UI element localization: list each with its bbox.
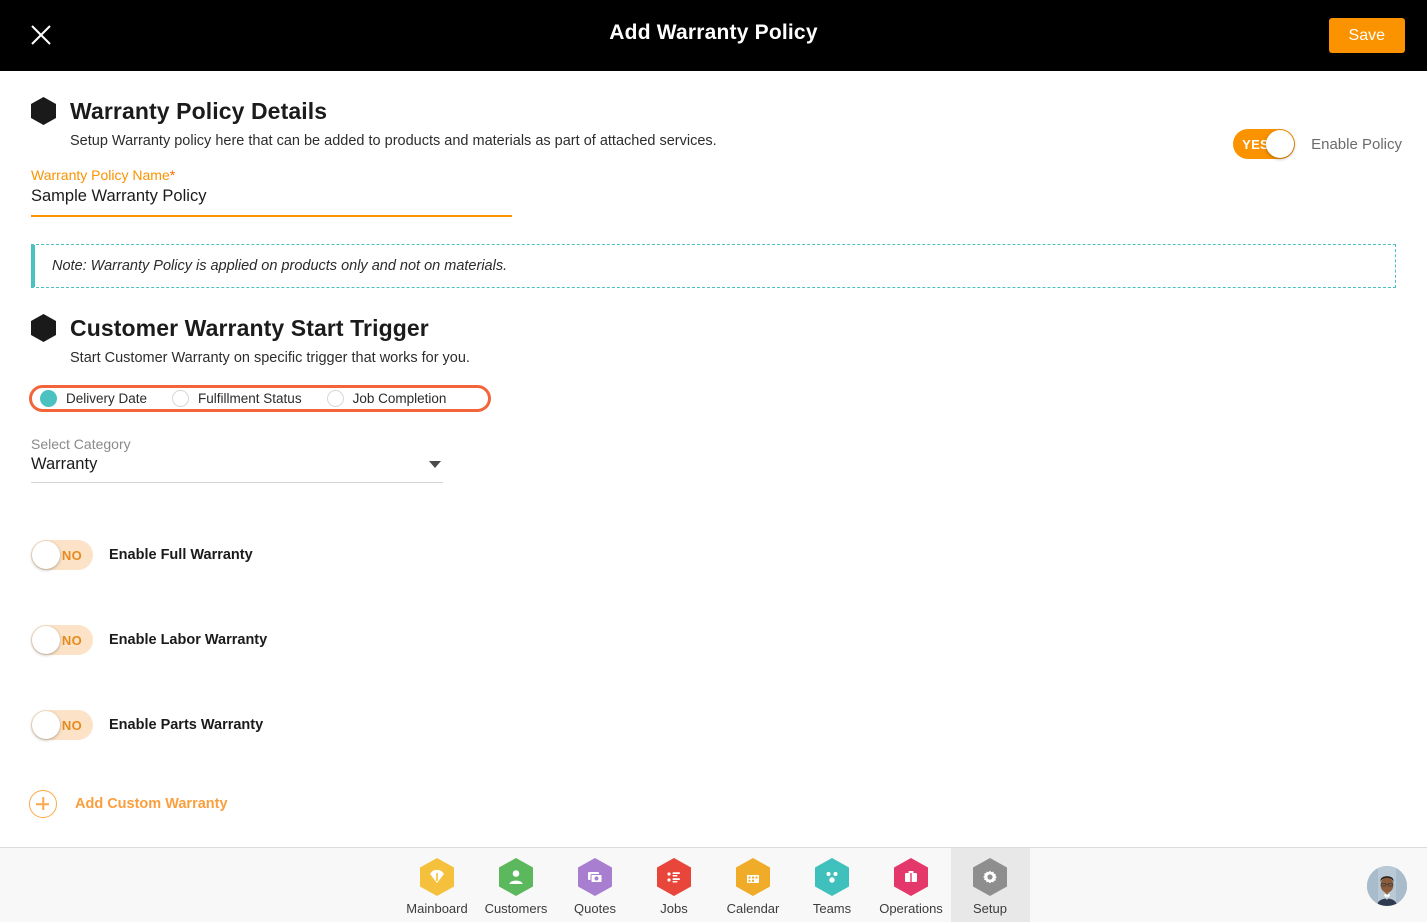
section-title: Customer Warranty Start Trigger <box>70 314 429 341</box>
enable-full-warranty-toggle[interactable]: NO <box>31 540 93 570</box>
select-category-control[interactable]: Warranty <box>31 455 443 483</box>
enable-labor-warranty-toggle[interactable]: NO <box>31 625 93 655</box>
enable-labor-warranty-label: Enable Labor Warranty <box>109 632 268 648</box>
radio-option-label: Delivery Date <box>66 391 148 406</box>
nav-item-calendar[interactable]: Calendar <box>714 848 793 922</box>
nav-item-mainboard[interactable]: Mainboard <box>398 848 477 922</box>
warranty-policy-details-section: Warranty Policy Details Setup Warranty p… <box>0 71 1427 217</box>
toggle-state-label: YES <box>1242 136 1270 152</box>
toggle-state-label: NO <box>61 632 82 648</box>
nav-label: Quotes <box>574 901 616 916</box>
section-title: Warranty Policy Details <box>70 97 328 124</box>
enable-parts-warranty-label: Enable Parts Warranty <box>109 717 264 733</box>
toggle-knob <box>32 541 60 569</box>
radio-option-delivery-date[interactable]: Delivery Date <box>32 390 147 407</box>
warranty-start-trigger-section: Customer Warranty Start Trigger Start Cu… <box>0 314 1427 818</box>
section-subtitle: Start Customer Warranty on specific trig… <box>70 350 470 366</box>
user-avatar[interactable] <box>1367 866 1407 906</box>
hexagon-bullet-icon <box>31 314 56 342</box>
trigger-heading-row: Customer Warranty Start Trigger <box>0 314 1427 342</box>
policy-name-label: Warranty Policy Name* <box>31 167 1427 183</box>
note-text: Note: Warranty Policy is applied on prod… <box>52 258 508 274</box>
save-button[interactable]: Save <box>1328 18 1405 54</box>
customers-icon <box>499 858 533 896</box>
policy-name-input[interactable] <box>31 187 512 217</box>
add-custom-warranty-label: Add Custom Warranty <box>75 796 228 812</box>
nav-label: Calendar <box>726 901 780 916</box>
toggle-state-label: NO <box>61 547 82 563</box>
nav-item-quotes[interactable]: Quotes <box>556 848 635 922</box>
calendar-icon <box>736 858 770 896</box>
policy-details-heading-row: Warranty Policy Details <box>0 97 1427 125</box>
select-category-label: Select Category <box>31 436 131 452</box>
radio-indicator-icon <box>326 390 344 407</box>
enable-full-warranty-label: Enable Full Warranty <box>109 547 253 563</box>
gear-icon <box>973 858 1007 896</box>
radio-option-job-completion[interactable]: Job Completion <box>302 390 447 407</box>
section-subtitle: Setup Warranty policy here that can be a… <box>70 133 717 149</box>
toggle-knob <box>32 711 60 739</box>
policy-name-field-wrapper: Warranty Policy Name* <box>0 167 1427 217</box>
enable-policy-label: Enable Policy <box>1311 135 1402 153</box>
select-category-value: Warranty <box>31 455 98 473</box>
radio-option-label: Job Completion <box>352 391 447 406</box>
page-title: Add Warranty Policy <box>609 21 818 44</box>
note-banner: Note: Warranty Policy is applied on prod… <box>31 244 1396 288</box>
bottom-navigation-bar: Mainboard Customers Quotes Jobs Calendar… <box>0 847 1427 922</box>
trigger-radio-group: Delivery Date Fulfillment Status Job Com… <box>29 385 491 412</box>
nav-item-operations[interactable]: Operations <box>872 848 951 922</box>
top-bar: Add Warranty Policy Save <box>0 0 1427 71</box>
nav-label: Customers <box>484 901 548 916</box>
toggle-knob <box>1266 130 1295 158</box>
teams-icon <box>815 858 849 896</box>
nav-label: Setup <box>973 901 1007 916</box>
operations-icon <box>894 858 928 896</box>
enable-full-warranty-row: NO Enable Full Warranty <box>31 540 1427 570</box>
plus-circle-icon <box>29 790 57 818</box>
main-content: Warranty Policy Details Setup Warranty p… <box>0 71 1427 847</box>
toggle-state-label: NO <box>61 717 82 733</box>
mainboard-icon <box>420 858 454 896</box>
nav-item-jobs[interactable]: Jobs <box>635 848 714 922</box>
chevron-down-icon <box>429 461 441 468</box>
nav-label: Operations <box>879 901 943 916</box>
jobs-icon <box>657 858 691 896</box>
enable-policy-toggle[interactable]: YES <box>1233 129 1296 159</box>
radio-indicator-icon <box>172 390 190 407</box>
radio-indicator-icon <box>40 390 57 407</box>
nav-items: Mainboard Customers Quotes Jobs Calendar… <box>0 848 1427 922</box>
nav-label: Teams <box>812 901 852 916</box>
enable-policy-row: YES Enable Policy <box>1233 129 1402 159</box>
select-category-field: Select Category Warranty <box>31 436 443 483</box>
add-custom-warranty-button[interactable]: Add Custom Warranty <box>29 790 228 818</box>
nav-item-customers[interactable]: Customers <box>477 848 556 922</box>
radio-option-label: Fulfillment Status <box>198 391 302 406</box>
policy-name-label-text: Warranty Policy Name <box>31 167 170 183</box>
hexagon-bullet-icon <box>31 97 56 125</box>
nav-item-setup[interactable]: Setup <box>950 848 1030 922</box>
enable-labor-warranty-row: NO Enable Labor Warranty <box>31 625 1427 655</box>
nav-label: Mainboard <box>406 901 468 916</box>
radio-option-fulfillment-status[interactable]: Fulfillment Status <box>147 390 302 407</box>
required-marker: * <box>169 167 176 183</box>
nav-label: Jobs <box>660 901 688 916</box>
nav-item-teams[interactable]: Teams <box>793 848 872 922</box>
toggle-knob <box>32 626 60 654</box>
enable-parts-warranty-toggle[interactable]: NO <box>31 710 93 740</box>
enable-parts-warranty-row: NO Enable Parts Warranty <box>31 710 1427 740</box>
quotes-icon <box>578 858 612 896</box>
warranty-policy-screen: Add Warranty Policy Save Warranty Policy… <box>0 0 1427 922</box>
